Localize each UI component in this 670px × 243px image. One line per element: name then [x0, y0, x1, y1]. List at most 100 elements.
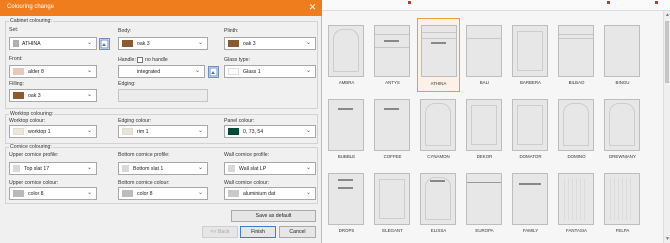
front-thumbnail [466, 99, 502, 151]
bottom-cornice-profile-select[interactable]: Bottom slat 1 ⌄ [118, 162, 208, 175]
body-value: oak 3 [137, 41, 150, 47]
set-thumbnail [13, 40, 19, 47]
glass-type-select[interactable]: Glass 1 ⌄ [224, 65, 316, 78]
picture-icon [100, 39, 109, 49]
chevron-down-icon: ⌄ [197, 128, 203, 134]
front-tile-barbera[interactable]: BARBERA [509, 22, 552, 92]
front-thumbnail [466, 173, 502, 225]
filling-select[interactable]: oak 3 ⌄ [9, 89, 97, 102]
colouring-change-dialog: Colouring change ✕ Cabinet colouring: Se… [0, 0, 322, 243]
back-button[interactable]: << Back [202, 226, 238, 238]
no-handle-checkbox[interactable] [137, 57, 143, 63]
front-name: DOMINO [567, 154, 586, 159]
front-tile-fantasia[interactable]: FANTASIA [555, 170, 598, 240]
catalog-scrollbar[interactable]: ▲ ▼ [663, 11, 670, 243]
panel-colour-swatch [228, 128, 239, 135]
set-picker-button[interactable] [99, 38, 110, 50]
chevron-down-icon: ⌄ [197, 165, 203, 171]
chevron-down-icon: ⌄ [197, 40, 203, 46]
front-tile-europa[interactable]: EUROPA [463, 170, 506, 240]
front-tile-drops[interactable]: DROPS [325, 170, 368, 240]
scroll-down-icon[interactable]: ▼ [665, 236, 670, 242]
front-tile-drewniany[interactable]: DREWNIANY [601, 96, 644, 166]
wall-cornice-colour-value: aluminium dat [243, 191, 276, 197]
chevron-down-icon: ⌄ [305, 68, 311, 74]
upper-cornice-colour-select[interactable]: color 8 ⌄ [9, 187, 97, 200]
front-thumbnail [604, 99, 640, 151]
front-tile-domino[interactable]: DOMINO [555, 96, 598, 166]
worktop-section-title: Worktop colouring: [9, 111, 55, 117]
close-icon[interactable]: ✕ [307, 2, 318, 13]
front-thumbnail [512, 173, 548, 225]
front-name: DROPS [338, 228, 355, 233]
upper-cornice-profile-select[interactable]: Top slat 17 ⌄ [9, 162, 97, 175]
marker-icon [607, 1, 610, 4]
front-name: FAMILY [522, 228, 539, 233]
front-name: DOMATOR [519, 154, 542, 159]
cabinet-section-title: Cabinet colouring: [9, 18, 53, 24]
front-tile-antys[interactable]: ANTYS [371, 22, 414, 92]
front-name: AMBRA [338, 80, 355, 85]
front-tile-ambra[interactable]: AMBRA [325, 22, 368, 92]
front-tile-bubble[interactable]: BUBBLE [325, 96, 368, 166]
front-tile-dekor[interactable]: DEKOR [463, 96, 506, 166]
panel-colour-value: 0, 73, 54 [243, 129, 264, 135]
front-tile-bilbao[interactable]: BILBAO [555, 22, 598, 92]
front-tile-athina[interactable]: ATHINA [417, 18, 460, 92]
front-tile-family[interactable]: FAMILY [509, 170, 552, 240]
finish-button[interactable]: Finish [240, 226, 276, 238]
scroll-up-icon[interactable]: ▲ [665, 12, 670, 18]
front-name: ELISSA [430, 228, 447, 233]
marker-icon [408, 1, 411, 4]
worktop-colour-label: Worktop colour: [9, 118, 46, 124]
front-select[interactable]: alder 8 ⌄ [9, 65, 97, 78]
chevron-down-icon: ⌄ [86, 128, 92, 134]
chevron-down-icon: ⌄ [86, 190, 92, 196]
front-tile-domator[interactable]: DOMATOR [509, 96, 552, 166]
edging-colour-swatch [122, 128, 133, 135]
no-handle-label: no handle [145, 57, 168, 63]
front-tile-elissa[interactable]: ELISSA [417, 170, 460, 240]
plinth-select[interactable]: oak 3 ⌄ [224, 37, 316, 50]
front-name: ANTYS [385, 80, 400, 85]
body-select[interactable]: oak 3 ⌄ [118, 37, 208, 50]
wall-cornice-profile-select[interactable]: Wall slat LP ⌄ [224, 162, 316, 175]
upper-cornice-swatch [13, 190, 24, 197]
front-tile-felpa[interactable]: FELPA [601, 170, 644, 240]
glass-value: Glass 1 [243, 69, 261, 75]
front-thumbnail [604, 25, 640, 77]
front-name: DREWNIANY [609, 154, 636, 159]
cancel-button[interactable]: Cancel [279, 226, 316, 238]
front-tile-cynamon[interactable]: CYNAMON [417, 96, 460, 166]
dialog-titlebar[interactable]: Colouring change ✕ [0, 0, 322, 16]
dialog-title: Colouring change [7, 4, 55, 10]
upper-profile-thumbnail [13, 165, 20, 172]
wall-cornice-colour-select[interactable]: aluminium dat ⌄ [224, 187, 316, 200]
front-thumbnail [374, 25, 410, 77]
bottom-cornice-colour-select[interactable]: color 8 ⌄ [118, 187, 208, 200]
bottom-cornice-colour-value: color 8 [137, 191, 153, 197]
set-select[interactable]: ATHINA ⌄ [9, 37, 97, 50]
front-value: alder 8 [28, 69, 44, 75]
plinth-swatch [228, 40, 239, 47]
front-tile-coffee[interactable]: COFFEE [371, 96, 414, 166]
front-thumbnail [420, 99, 456, 151]
front-tile-bingu[interactable]: BINGU [601, 22, 644, 92]
edging-select[interactable] [118, 89, 208, 102]
front-thumbnail [512, 25, 548, 77]
save-as-default-button[interactable]: Save as default [231, 210, 316, 222]
edging-colour-select[interactable]: rim 1 ⌄ [118, 125, 208, 138]
scrollbar-thumb[interactable] [665, 21, 669, 83]
front-tile-elegant[interactable]: ELEGANT [371, 170, 414, 240]
front-thumbnail [466, 25, 502, 77]
front-tile-bali[interactable]: BALI [463, 22, 506, 92]
handle-select[interactable]: integrated ⌄ [118, 65, 205, 78]
body-swatch [122, 40, 133, 47]
handle-picker-button[interactable] [208, 66, 219, 78]
worktop-colour-select[interactable]: worktop 1 ⌄ [9, 125, 97, 138]
chevron-down-icon: ⌄ [305, 165, 311, 171]
panel-colour-select[interactable]: 0, 73, 54 ⌄ [224, 125, 316, 138]
front-label: Front: [9, 56, 23, 62]
worktop-swatch [13, 128, 24, 135]
front-name: FANTASIA [566, 228, 587, 233]
